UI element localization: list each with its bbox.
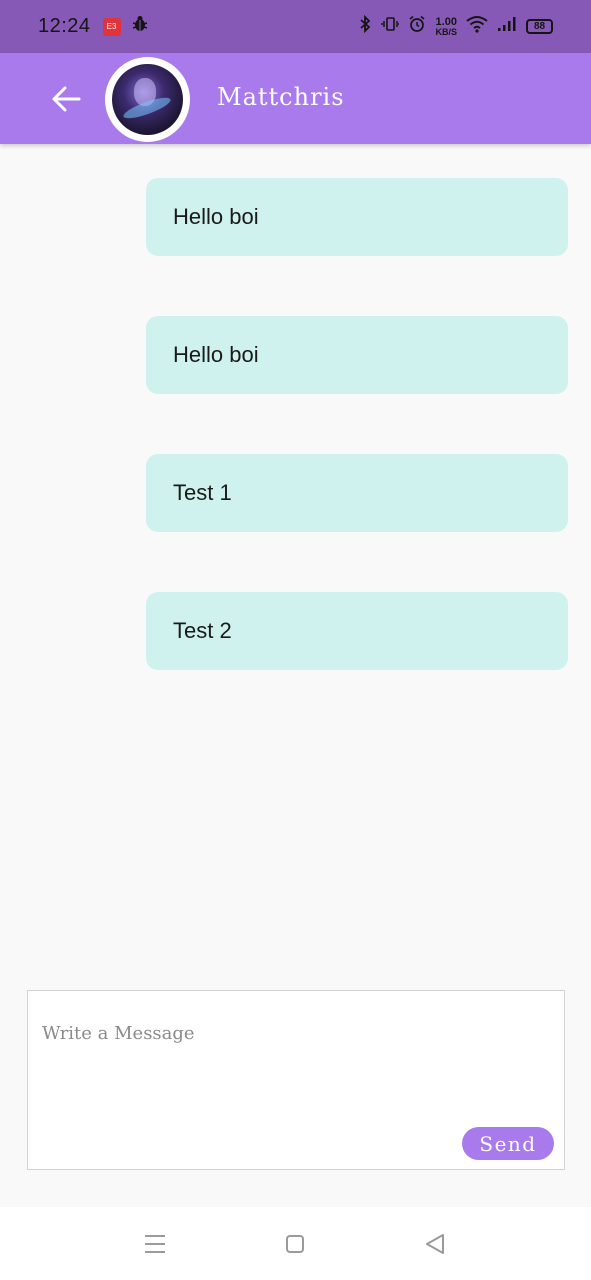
app-notification-icon: E3 [102, 17, 121, 36]
message-bubble: Test 2 [146, 592, 568, 670]
message-bubble: Hello boi [146, 178, 568, 256]
signal-icon [497, 16, 517, 37]
net-speed-value: 1.00 [435, 15, 457, 28]
status-right-icons: 1.00 KB/S 88 [358, 14, 553, 38]
vibrate-icon [381, 15, 401, 38]
contact-name: Mattchris [217, 83, 345, 111]
send-button[interactable]: Send [462, 1127, 554, 1160]
battery-indicator: 88 [526, 19, 553, 34]
status-left-icons: E3 [102, 15, 149, 38]
menu-icon[interactable] [142, 1231, 168, 1257]
bug-icon [131, 15, 149, 38]
avatar-image [112, 64, 183, 135]
back-button[interactable] [46, 81, 86, 117]
back-triangle-icon[interactable] [422, 1231, 448, 1257]
message-input[interactable]: Write a Message [42, 1023, 195, 1044]
message-bubble: Hello boi [146, 316, 568, 394]
app-bar: Mattchris [0, 53, 591, 144]
message-composer[interactable]: Write a Message Send [27, 990, 565, 1170]
alarm-icon [408, 15, 426, 38]
bluetooth-icon [358, 14, 372, 38]
message-text: Test 1 [173, 480, 232, 505]
net-speed-unit: KB/S [435, 26, 457, 37]
message-text: Test 2 [173, 618, 232, 643]
message-list: Hello boi Hello boi Test 1 Test 2 [146, 178, 568, 730]
message-text: Hello boi [173, 204, 259, 229]
message-text: Hello boi [173, 342, 259, 367]
network-speed: 1.00 KB/S [435, 15, 457, 37]
avatar[interactable] [105, 57, 190, 142]
wifi-icon [466, 15, 488, 38]
home-icon[interactable] [282, 1231, 308, 1257]
message-bubble: Test 1 [146, 454, 568, 532]
status-time: 12:24 [38, 15, 91, 37]
system-nav-bar [0, 1207, 591, 1280]
arrow-left-icon [52, 86, 81, 112]
status-bar: 12:24 E3 1.00 KB/S 88 [0, 0, 591, 53]
